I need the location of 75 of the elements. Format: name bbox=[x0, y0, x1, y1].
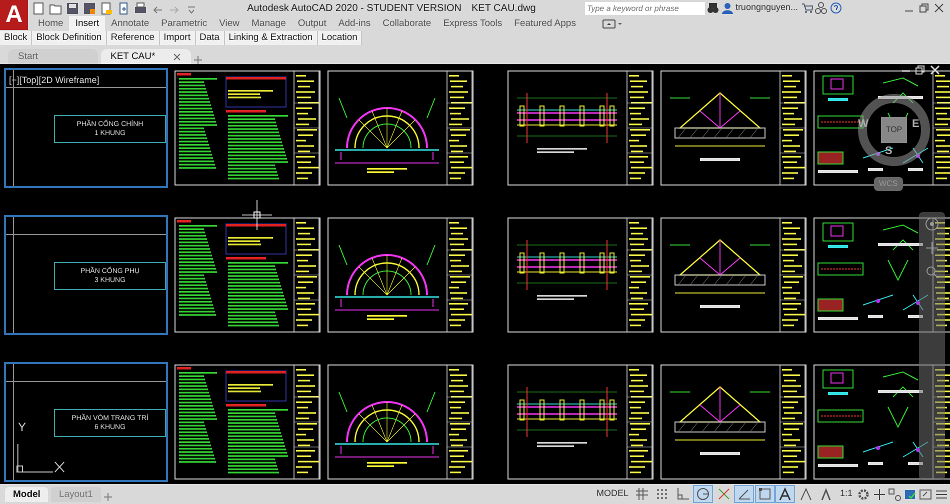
add-layout-icon[interactable] bbox=[103, 492, 114, 502]
ribbon-panel-title[interactable]: Linking & Extraction bbox=[224, 31, 318, 45]
steering-wheel-icon[interactable] bbox=[925, 217, 939, 231]
hardware-icon[interactable] bbox=[904, 488, 916, 500]
plus-icon[interactable] bbox=[872, 488, 886, 500]
view-face[interactable]: TOP bbox=[881, 117, 907, 143]
autoscale-icon bbox=[798, 487, 813, 501]
ribbon-tab[interactable]: Parametric bbox=[155, 16, 214, 31]
angle-toggle[interactable] bbox=[735, 486, 754, 502]
open-folder-icon[interactable] bbox=[49, 2, 62, 14]
settings-icon[interactable] bbox=[857, 488, 870, 500]
polar-icon bbox=[696, 487, 710, 501]
annotation-toggle[interactable] bbox=[776, 486, 794, 502]
ribbon-tab[interactable]: Express Tools bbox=[437, 16, 508, 31]
search-field[interactable]: Type a keyword or phrase bbox=[584, 2, 705, 14]
axis-label: Y bbox=[18, 419, 26, 436]
angle-icon bbox=[737, 487, 752, 501]
print-icon[interactable] bbox=[134, 2, 147, 14]
ribbon-panel-title[interactable]: Block bbox=[0, 31, 32, 45]
isolate-icon[interactable] bbox=[888, 488, 901, 500]
save-as-icon[interactable] bbox=[83, 2, 96, 14]
save-icon[interactable] bbox=[66, 2, 79, 14]
ribbon-panel-title[interactable]: Data bbox=[196, 31, 225, 45]
ribbon-tab[interactable]: Insert bbox=[69, 16, 106, 31]
snap-dots-icon bbox=[655, 487, 670, 501]
fullscreen-icon[interactable] bbox=[919, 488, 932, 500]
annotation-scale-icon bbox=[819, 487, 834, 501]
file-tab[interactable]: KET CAU* bbox=[100, 49, 190, 65]
close-icon[interactable] bbox=[934, 3, 944, 13]
model-space-button[interactable]: MODEL bbox=[594, 486, 630, 502]
scale-button[interactable]: 1:1 bbox=[838, 486, 854, 502]
app-menu-button[interactable]: A bbox=[0, 0, 28, 30]
ribbon-tab[interactable]: Featured Apps bbox=[508, 16, 582, 31]
ucs-icon bbox=[16, 444, 66, 474]
object-snap-toggle[interactable] bbox=[756, 486, 774, 502]
ribbon-tab[interactable]: Annotate bbox=[105, 16, 156, 31]
share-icon[interactable] bbox=[117, 2, 130, 14]
pan-icon[interactable] bbox=[925, 241, 939, 255]
polar-toggle[interactable] bbox=[694, 486, 712, 502]
navigation-bar-overlay[interactable] bbox=[919, 212, 945, 480]
file-name: KET CAU.dwg bbox=[472, 2, 536, 16]
new-file-icon[interactable] bbox=[32, 2, 45, 14]
ribbon-panel-title[interactable]: Import bbox=[160, 31, 196, 45]
compass-label: E bbox=[912, 117, 920, 132]
ribbon-tab[interactable]: View bbox=[213, 16, 246, 31]
help-icon[interactable] bbox=[830, 2, 842, 14]
ribbon-tab[interactable]: Home bbox=[32, 16, 70, 31]
menu-icon[interactable] bbox=[934, 488, 948, 500]
add-tab-icon[interactable] bbox=[193, 55, 203, 65]
network-icon[interactable] bbox=[815, 2, 827, 14]
ribbon-tab[interactable]: Add-ins bbox=[332, 16, 377, 31]
annotation-icon bbox=[778, 487, 792, 501]
crosshair-cursor bbox=[242, 200, 272, 230]
layout-tab[interactable]: Model bbox=[5, 486, 48, 502]
binoculars-icon[interactable] bbox=[707, 2, 720, 14]
window-title: Autodesk AutoCAD 2020 - STUDENT VERSION bbox=[247, 2, 462, 16]
ribbon-panel-title[interactable]: Location bbox=[318, 31, 362, 45]
ortho-icon bbox=[676, 487, 690, 501]
document-icon[interactable] bbox=[100, 2, 113, 14]
ribbon-tab[interactable]: Output bbox=[292, 16, 332, 31]
object-snap-icon bbox=[758, 487, 772, 501]
cart-icon[interactable] bbox=[800, 2, 812, 14]
restore-icon[interactable] bbox=[919, 3, 929, 13]
user-icon[interactable] bbox=[722, 2, 733, 14]
user-name[interactable]: truongnguyen... bbox=[735, 1, 798, 15]
ribbon-panel-title[interactable]: Reference bbox=[106, 31, 160, 45]
ribbon-panel-title[interactable]: Block Definition bbox=[32, 31, 107, 45]
zoom-icon[interactable] bbox=[925, 265, 939, 279]
workspace-icon[interactable] bbox=[602, 18, 624, 28]
iso-draft-icon bbox=[716, 487, 731, 501]
grid-icon bbox=[634, 487, 649, 501]
ribbon-tab[interactable]: Collaborate bbox=[376, 16, 438, 31]
restore-icon[interactable] bbox=[915, 65, 925, 75]
file-tab[interactable]: Start bbox=[8, 49, 98, 65]
ribbon-tab[interactable]: Manage bbox=[246, 16, 292, 31]
